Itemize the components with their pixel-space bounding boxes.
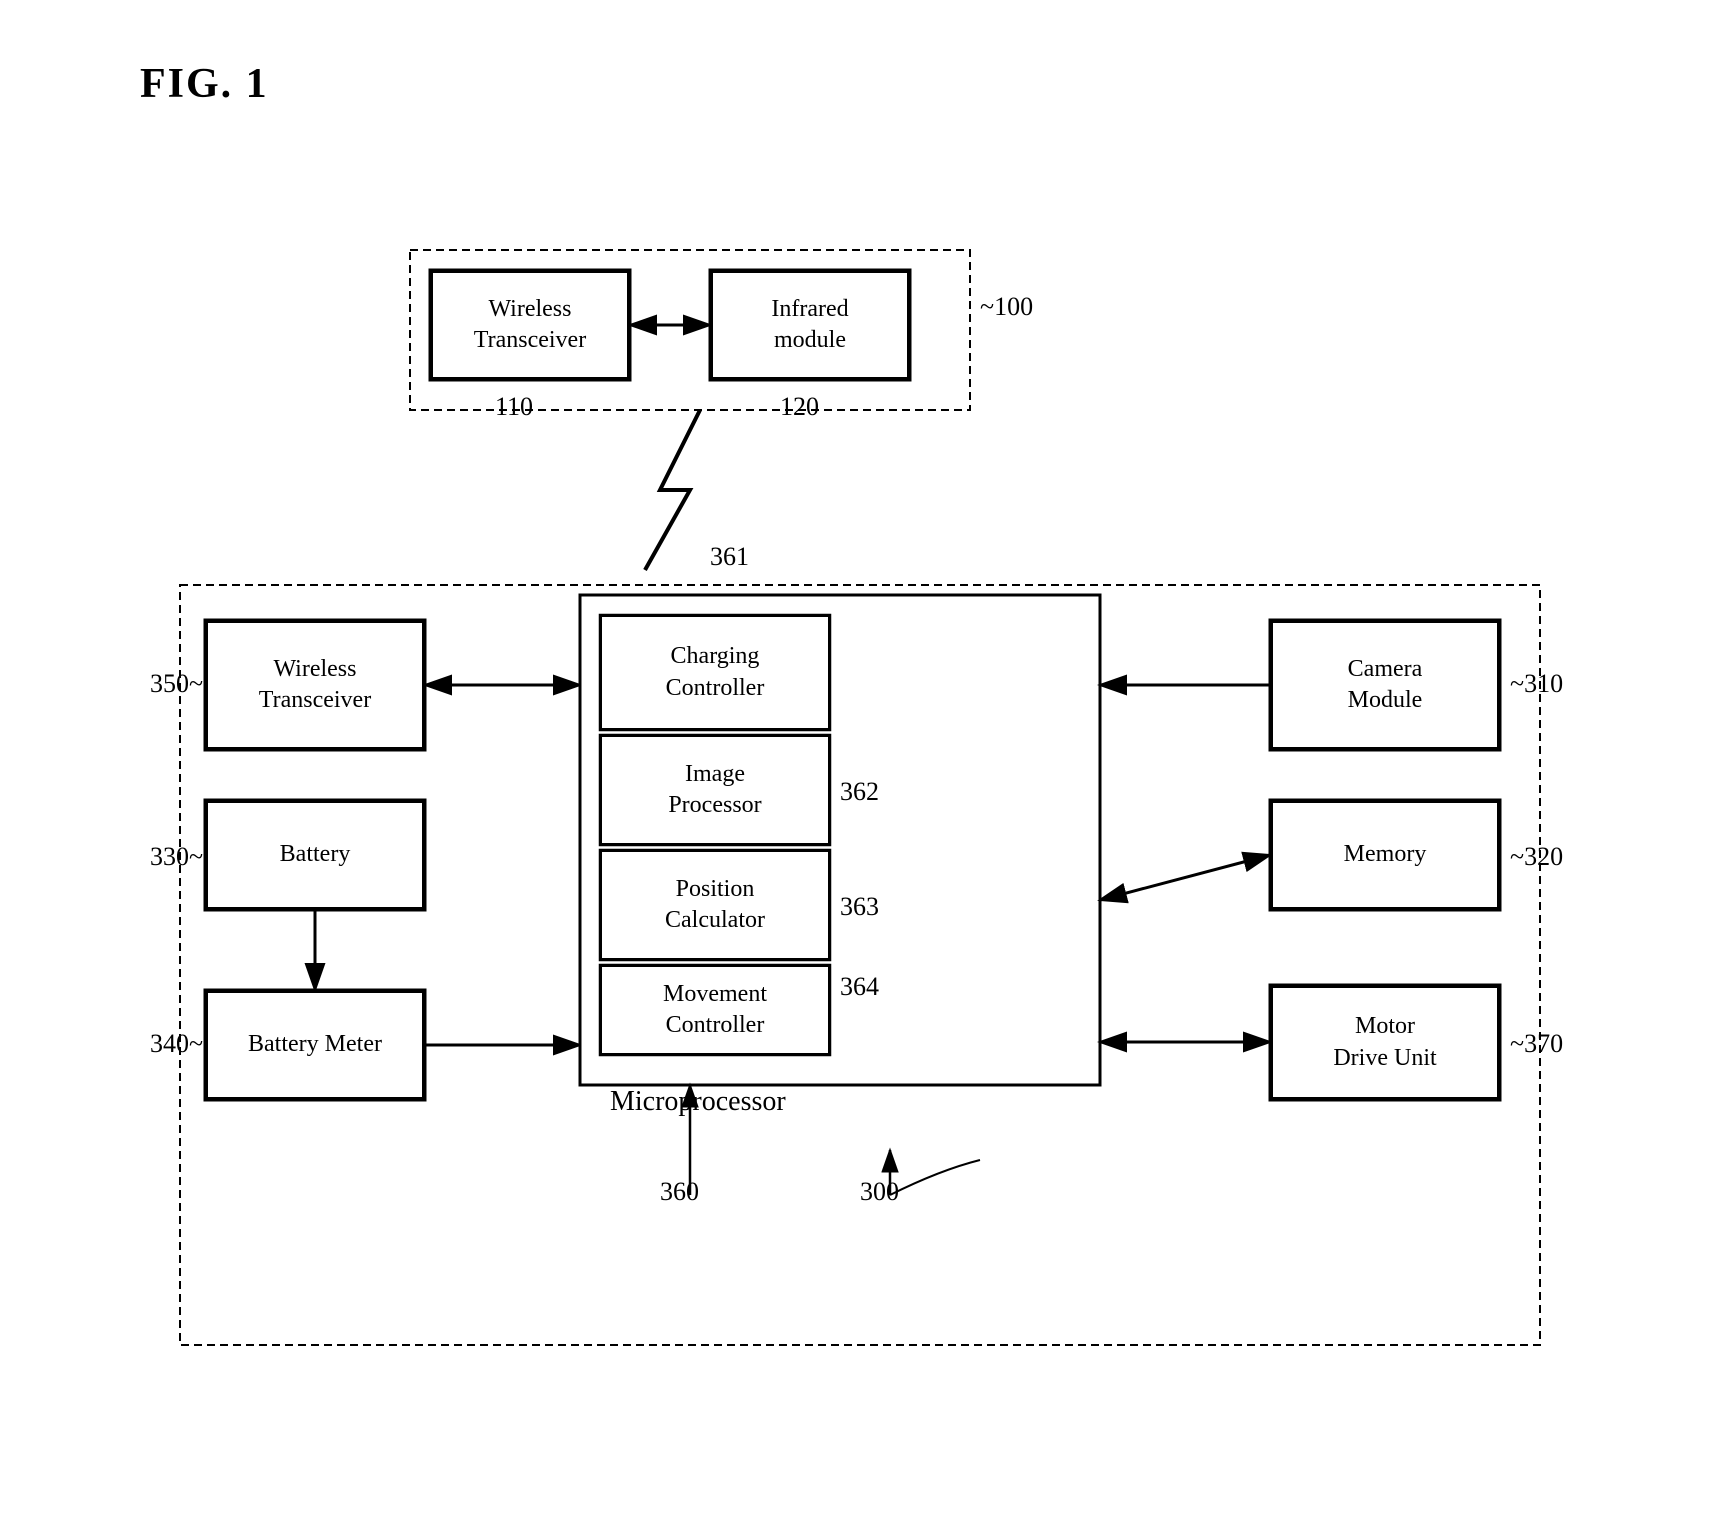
position-calculator-box: PositionCalculator (600, 850, 830, 960)
svg-text:300: 300 (860, 1177, 899, 1206)
infrared-module-box: Infrared module (710, 270, 910, 380)
svg-text:~100: ~100 (980, 292, 1033, 321)
svg-text:~310: ~310 (1510, 669, 1563, 698)
svg-text:Microprocessor: Microprocessor (610, 1086, 786, 1117)
fig-title: FIG. 1 (140, 60, 269, 108)
motor-drive-unit-box: Motor Drive Unit (1270, 985, 1500, 1100)
svg-text:110: 110 (495, 392, 533, 421)
image-processor-box: Image Processor (600, 735, 830, 845)
svg-text:~320: ~320 (1510, 842, 1563, 871)
svg-text:340~: 340~ (150, 1029, 203, 1058)
svg-text:~370: ~370 (1510, 1029, 1563, 1058)
svg-text:360: 360 (660, 1177, 699, 1206)
memory-box: Memory (1270, 800, 1500, 910)
svg-text:363: 363 (840, 892, 879, 921)
battery-box: Battery (205, 800, 425, 910)
svg-text:120: 120 (780, 392, 819, 421)
svg-text:362: 362 (840, 777, 879, 806)
camera-module-box: Camera Module (1270, 620, 1500, 750)
svg-text:361: 361 (710, 542, 749, 571)
movement-controller-box: MovementController (600, 965, 830, 1055)
svg-text:330~: 330~ (150, 842, 203, 871)
top-wireless-transceiver-box: Wireless Transceiver (430, 270, 630, 380)
main-wireless-transceiver-box: Wireless Transceiver (205, 620, 425, 750)
svg-text:350~: 350~ (150, 669, 203, 698)
svg-text:364: 364 (840, 972, 879, 1001)
battery-meter-box: Battery Meter (205, 990, 425, 1100)
charging-controller-box: Charging Controller (600, 615, 830, 730)
